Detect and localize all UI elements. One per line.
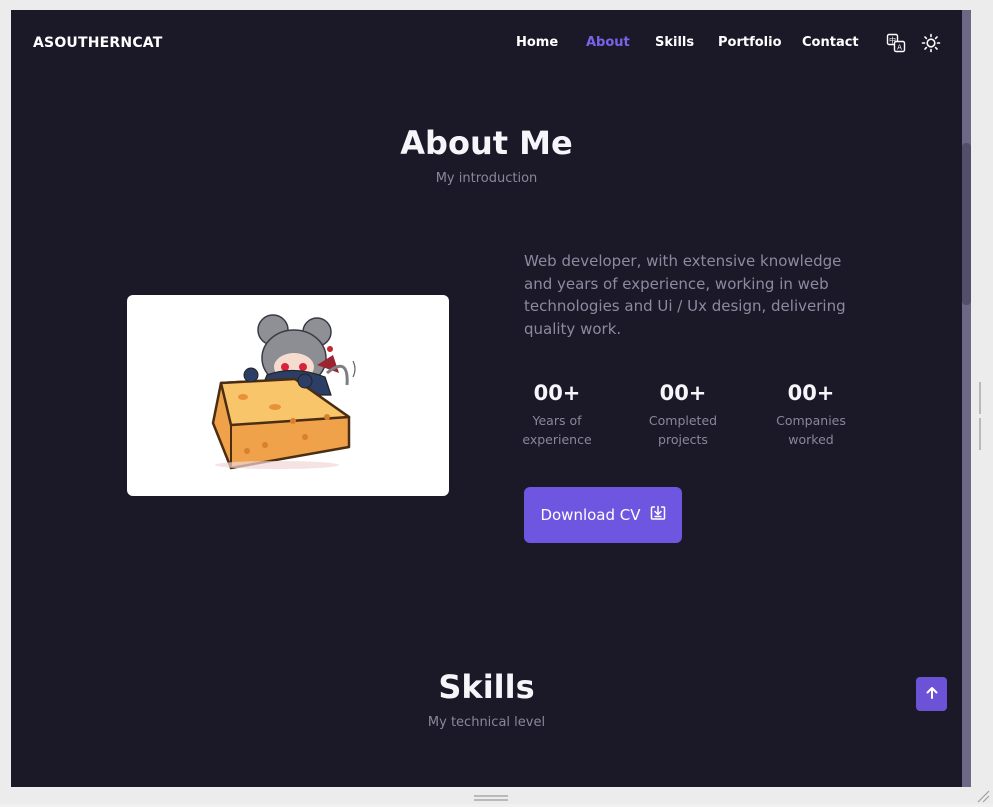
svg-text:A: A	[897, 44, 902, 52]
stat-label-line1: Completed	[648, 413, 718, 428]
site-header: ASOUTHERNCAT Home About Skills Portfolio…	[11, 10, 962, 76]
stat-projects: 00+ Completed projects	[638, 381, 728, 449]
stat-value: 00+	[787, 381, 835, 405]
scrollbar-track[interactable]	[962, 10, 971, 787]
nav-home[interactable]: Home	[516, 35, 558, 50]
browser-frame: ASOUTHERNCAT Home About Skills Portfolio…	[0, 0, 993, 804]
nav-about[interactable]: About	[586, 35, 630, 50]
main-nav: Home About Skills Portfolio Contact	[11, 35, 962, 55]
download-cv-button[interactable]: Download CV	[524, 487, 682, 543]
skills-title: Skills	[438, 668, 535, 706]
skills-subtitle: My technical level	[427, 715, 546, 730]
scroll-to-top-button[interactable]	[916, 677, 947, 711]
download-icon	[650, 505, 666, 525]
stat-label-line2: worked	[788, 432, 834, 447]
stat-companies: 00+ Companies worked	[766, 381, 856, 449]
nav-contact[interactable]: Contact	[802, 35, 859, 50]
stat-experience: 00+ Years of experience	[512, 381, 602, 449]
stat-label-line1: Companies	[776, 413, 846, 428]
sun-icon[interactable]	[921, 33, 941, 53]
resize-handle-right[interactable]	[979, 382, 985, 450]
resize-corner-icon[interactable]	[976, 788, 990, 803]
about-image	[127, 295, 449, 496]
resize-handle-bottom[interactable]	[474, 795, 508, 803]
download-cv-label: Download CV	[540, 506, 641, 524]
about-title: About Me	[400, 124, 573, 162]
nav-portfolio[interactable]: Portfolio	[718, 35, 782, 50]
stat-value: 00+	[659, 381, 707, 405]
about-subtitle: My introduction	[435, 171, 538, 186]
stat-value: 00+	[533, 381, 581, 405]
page-viewport: ASOUTHERNCAT Home About Skills Portfolio…	[11, 10, 962, 787]
stat-label-line2: projects	[658, 432, 708, 447]
nav-skills[interactable]: Skills	[655, 35, 694, 50]
about-description: Web developer, with extensive knowledge …	[524, 252, 846, 338]
stat-label-line1: Years of	[532, 413, 582, 428]
translate-icon[interactable]: 中 A	[886, 33, 906, 53]
stat-label-line2: experience	[522, 432, 592, 447]
arrow-up-icon	[925, 685, 939, 704]
scrollbar-thumb[interactable]	[962, 143, 971, 305]
